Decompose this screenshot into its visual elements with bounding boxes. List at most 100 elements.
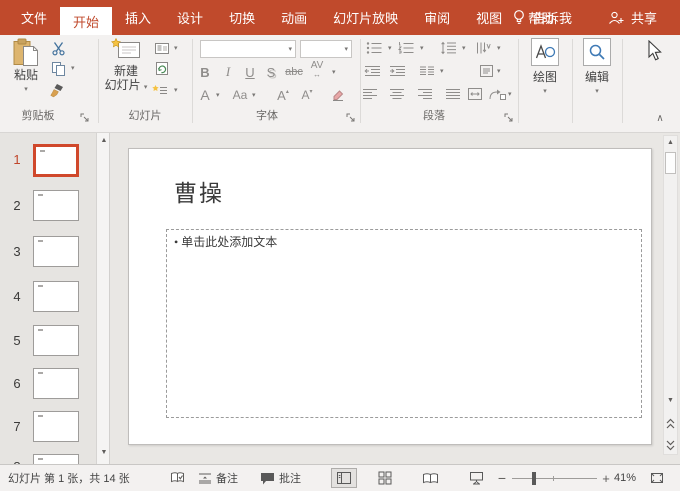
copy-dropdown[interactable]: ▾ [71, 64, 75, 74]
section-button[interactable] [150, 82, 170, 98]
slide-thumbnail-3[interactable] [33, 236, 79, 267]
slide-thumbnail-8[interactable] [33, 454, 79, 464]
slide-thumbnail-7[interactable] [33, 411, 79, 442]
slide-counter[interactable]: 幻灯片 第 1 张，共 14 张 [8, 465, 130, 491]
zoom-slider-track[interactable] [512, 478, 597, 479]
align-text-dropdown[interactable]: ▾ [497, 67, 501, 77]
tab-transitions[interactable]: 切换 [216, 0, 268, 35]
next-slide-button[interactable] [664, 437, 677, 453]
paragraph-dialog-launcher[interactable] [504, 110, 516, 122]
editor-scroll-up-icon[interactable]: ▲ [664, 136, 677, 150]
zoom-in-button[interactable]: + [600, 465, 612, 491]
text-direction-button[interactable] [474, 40, 492, 56]
notes-button[interactable]: 备注 [198, 465, 238, 491]
strikethrough-button[interactable]: abc [282, 63, 306, 81]
change-case-button[interactable]: Aa [230, 86, 250, 104]
zoom-percentage[interactable]: 41% [614, 465, 636, 491]
font-color-button[interactable]: A [198, 86, 212, 104]
font-color-dropdown[interactable]: ▾ [216, 91, 220, 101]
panel-scroll-down-icon[interactable]: ▼ [97, 446, 109, 460]
tab-slideshow[interactable]: 幻灯片放映 [320, 0, 411, 35]
slide-title-text[interactable]: 曹操 [174, 174, 224, 208]
panel-scroll-up-icon[interactable]: ▲ [97, 134, 109, 148]
slide-thumbnail-6[interactable] [33, 368, 79, 399]
shrink-font-button[interactable]: A ▾ [298, 86, 316, 104]
tell-me-button[interactable]: 告诉我 [512, 0, 572, 35]
panel-scrollbar[interactable]: ▲ ▼ [96, 133, 109, 464]
content-placeholder[interactable]: • 单击此处添加文本 [166, 229, 642, 418]
format-painter-button[interactable] [44, 82, 70, 99]
character-spacing-button[interactable]: AV ↔ [306, 61, 328, 80]
collapse-ribbon-button[interactable]: ∧ [652, 112, 668, 126]
font-dialog-launcher[interactable] [346, 110, 358, 122]
reading-view-button[interactable] [418, 468, 442, 488]
bullets-dropdown[interactable]: ▾ [388, 44, 392, 54]
bold-button[interactable]: B [196, 63, 214, 81]
slide-canvas[interactable]: 曹操 • 单击此处添加文本 [128, 148, 652, 445]
section-dropdown[interactable]: ▾ [174, 86, 178, 96]
convert-to-smartart-button[interactable] [488, 86, 506, 102]
drawing-button[interactable]: 绘图 ▾ [518, 38, 572, 106]
slide-thumbnail-5[interactable] [33, 325, 79, 356]
reset-slide-button[interactable] [152, 60, 172, 76]
smartart-dropdown[interactable]: ▾ [508, 90, 512, 100]
columns-dropdown[interactable]: ▾ [440, 67, 444, 77]
comments-button[interactable]: 批注 [260, 465, 301, 491]
numbering-button[interactable] [398, 40, 414, 56]
align-right-button[interactable] [417, 86, 433, 102]
tab-review[interactable]: 审阅 [411, 0, 463, 35]
copy-button[interactable] [46, 60, 70, 77]
font-name-combo[interactable]: ▾ [200, 40, 296, 58]
grow-font-button[interactable]: A ▴ [274, 86, 292, 104]
slide-thumbnail-4[interactable] [33, 281, 79, 312]
align-left-button[interactable] [362, 86, 378, 102]
change-case-dropdown[interactable]: ▾ [252, 91, 256, 101]
editing-button[interactable]: 编辑 ▾ [572, 38, 622, 106]
cut-button[interactable] [46, 40, 70, 57]
editor-scrollbar-thumb[interactable] [665, 152, 676, 174]
tab-insert[interactable]: 插入 [112, 0, 164, 35]
tab-home[interactable]: 开始 [60, 7, 113, 35]
slide-sorter-view-button[interactable] [374, 468, 396, 488]
underline-button[interactable]: U [242, 63, 258, 81]
numbering-dropdown[interactable]: ▾ [420, 44, 424, 54]
editor-scrollbar[interactable]: ▲ ▼ [663, 135, 678, 455]
align-text-button[interactable] [478, 63, 494, 79]
columns-button[interactable] [419, 63, 435, 79]
slide-thumbnail-2[interactable] [33, 190, 79, 221]
layout-dropdown[interactable]: ▾ [174, 44, 178, 54]
fit-slide-to-window-button[interactable] [646, 468, 668, 488]
slide-thumbnail-1[interactable] [33, 144, 79, 177]
text-shadow-button[interactable]: S [262, 63, 280, 81]
slide-layout-button[interactable] [152, 40, 172, 56]
bullets-button[interactable] [366, 40, 382, 56]
font-size-combo[interactable]: ▾ [300, 40, 352, 58]
justify-button[interactable] [445, 86, 461, 102]
distribute-button[interactable] [466, 86, 484, 102]
normal-view-button[interactable] [331, 468, 357, 488]
tab-animations[interactable]: 动画 [268, 0, 320, 35]
clear-formatting-button[interactable] [328, 86, 348, 104]
tab-file[interactable]: 文件 [8, 0, 60, 35]
zoom-out-button[interactable]: − [496, 465, 508, 491]
tab-view[interactable]: 视图 [463, 0, 515, 35]
paste-button[interactable]: 粘贴 ▾ [6, 38, 46, 106]
line-spacing-button[interactable] [440, 40, 458, 56]
clipboard-dialog-launcher[interactable] [80, 110, 92, 122]
new-slide-button[interactable]: 新建 幻灯片 ▾ [102, 38, 150, 106]
share-button[interactable]: 共享 [608, 0, 657, 35]
text-direction-dropdown[interactable]: ▾ [497, 44, 501, 54]
previous-slide-button[interactable] [664, 415, 677, 431]
italic-button[interactable]: I [220, 63, 236, 81]
slideshow-view-button[interactable] [464, 468, 488, 488]
line-spacing-dropdown[interactable]: ▾ [462, 44, 466, 54]
decrease-indent-button[interactable] [364, 63, 381, 79]
align-center-button[interactable] [389, 86, 405, 102]
tab-design[interactable]: 设计 [164, 0, 216, 35]
character-spacing-dropdown[interactable]: ▾ [332, 68, 336, 78]
spellcheck-button[interactable] [170, 465, 185, 491]
zoom-slider-thumb[interactable] [532, 472, 536, 485]
comments-label: 批注 [279, 473, 301, 485]
editor-scroll-down-icon[interactable]: ▼ [664, 394, 677, 408]
increase-indent-button[interactable] [389, 63, 406, 79]
